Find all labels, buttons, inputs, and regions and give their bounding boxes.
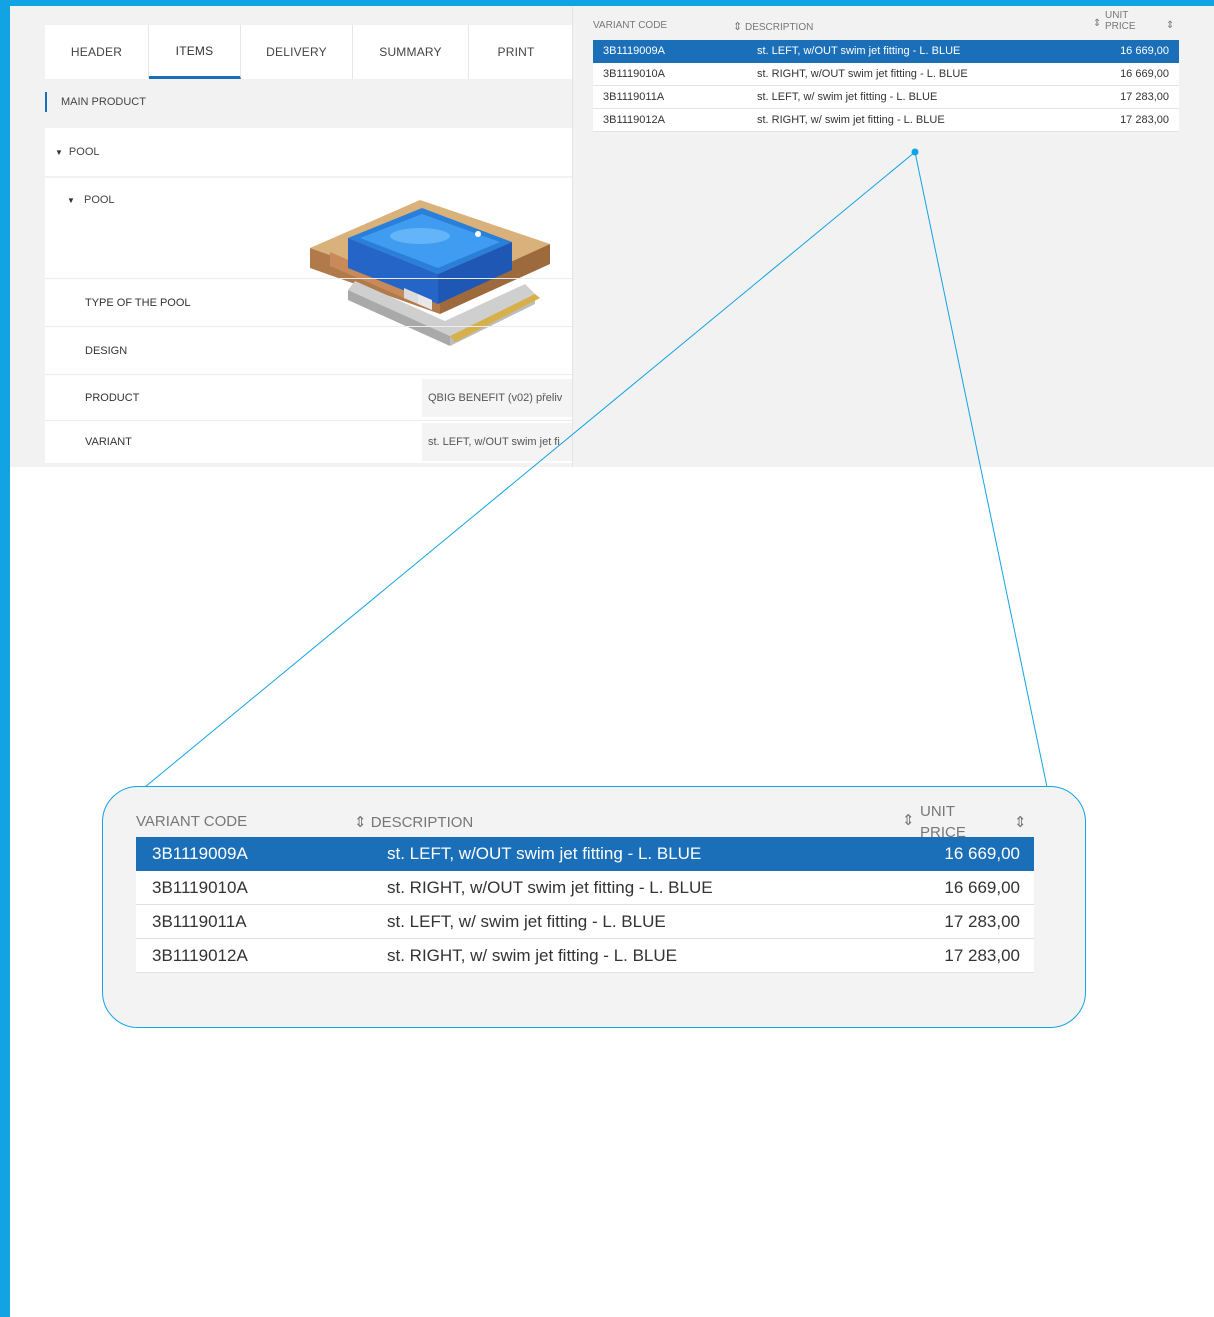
price-cell: 16 669,00 [1120, 45, 1169, 57]
table-row[interactable]: 3B1119010A st. RIGHT, w/OUT swim jet fit… [593, 63, 1179, 86]
section-accent-bar [45, 92, 47, 112]
variant-code-cell: 3B1119010A [603, 68, 665, 80]
zoom-table-header: VARIANT CODE ⇕ DESCRIPTION ⇕ UNIT PRICE ⇕ [136, 795, 1034, 841]
tab-summary[interactable]: SUMMARY [353, 25, 469, 79]
variant-picker-panel: VARIANT CODE ⇕ DESCRIPTION ⇕ UNIT PRICE ⇕… [572, 6, 1214, 467]
variant-table: 3B1119009A st. LEFT, w/OUT swim jet fitt… [593, 40, 1179, 132]
tab-print[interactable]: PRINT [469, 25, 563, 79]
variant-table-header: VARIANT CODE ⇕ DESCRIPTION ⇕ UNIT PRICE ⇕ [593, 10, 1179, 40]
description-cell: st. RIGHT, w/OUT swim jet fitting - L. B… [757, 68, 968, 80]
price-cell: 17 283,00 [944, 946, 1020, 965]
description-cell: st. RIGHT, w/ swim jet fitting - L. BLUE [757, 114, 945, 126]
price-cell: 17 283,00 [1120, 114, 1169, 126]
table-row[interactable]: 3B1119011A st. LEFT, w/ swim jet fitting… [593, 86, 1179, 109]
zoom-callout: VARIANT CODE ⇕ DESCRIPTION ⇕ UNIT PRICE ⇕… [102, 786, 1086, 1028]
design-label: DESIGN [85, 344, 128, 357]
zoom-column-description-label: DESCRIPTION [370, 814, 474, 831]
variant-label: VARIANT [85, 436, 132, 448]
table-row[interactable]: 3B1119012A st. RIGHT, w/ swim jet fittin… [136, 939, 1034, 973]
description-cell: st. LEFT, w/ swim jet fitting - L. BLUE [757, 91, 938, 103]
zoom-column-unit-price-line1: UNIT [920, 803, 955, 820]
sort-icon: ⇕ [354, 814, 367, 831]
column-unit-price[interactable]: UNIT PRICE [1105, 10, 1136, 32]
main-product-label: MAIN PRODUCT [61, 96, 146, 108]
column-description[interactable]: ⇕ DESCRIPTION [733, 20, 813, 33]
price-cell: 16 669,00 [1120, 68, 1169, 80]
column-description-label: DESCRIPTION [745, 22, 814, 33]
variant-code-cell: 3B1119012A [152, 946, 248, 965]
pool-item-label: POOL [83, 194, 115, 206]
description-cell: st. LEFT, w/ swim jet fitting - L. BLUE [387, 912, 666, 931]
column-unit-price-line1: UNIT [1105, 10, 1129, 21]
variant-code-cell: 3B1119011A [152, 912, 247, 931]
pool-group-label: POOL [68, 146, 100, 158]
table-row[interactable]: 3B1119010A st. RIGHT, w/OUT swim jet fit… [136, 871, 1034, 905]
table-row[interactable]: 3B1119009A st. LEFT, w/OUT swim jet fitt… [593, 40, 1179, 63]
sort-icon[interactable]: ⇕ [1166, 20, 1174, 31]
sort-icon[interactable]: ⇕ [1014, 813, 1027, 831]
column-variant-code[interactable]: VARIANT CODE [593, 20, 667, 31]
description-cell: st. LEFT, w/OUT swim jet fitting - L. BL… [757, 45, 961, 57]
tab-bar: HEADER ITEMS DELIVERY SUMMARY PRINT [45, 25, 572, 79]
zoom-column-variant-code[interactable]: VARIANT CODE [136, 813, 247, 830]
property-row-type: TYPE OF THE POOL [45, 278, 572, 326]
pool-group-toggle[interactable]: ▼ POOL [45, 128, 572, 176]
price-cell: 16 669,00 [944, 844, 1020, 863]
tab-header[interactable]: HEADER [45, 25, 149, 79]
pool-item-card: ▼ POOL TYPE OF THE POOL DESIGN PRODUCT Q… [45, 178, 572, 463]
product-field[interactable]: QBIG BENEFIT (v02) přeliv [422, 379, 572, 417]
pool-item-toggle[interactable]: ▼ POOL [67, 194, 115, 206]
sort-icon[interactable]: ⇕ [902, 811, 915, 829]
price-cell: 17 283,00 [944, 912, 1020, 931]
table-row[interactable]: 3B1119009A st. LEFT, w/OUT swim jet fitt… [136, 837, 1034, 871]
variant-code-cell: 3B1119012A [603, 114, 665, 126]
main-product-heading: MAIN PRODUCT [45, 92, 146, 112]
frame-left-border [0, 0, 10, 1317]
description-cell: st. RIGHT, w/ swim jet fitting - L. BLUE [387, 946, 678, 965]
variant-field[interactable]: st. LEFT, w/OUT swim jet fi [422, 423, 572, 461]
description-cell: st. LEFT, w/OUT swim jet fitting - L. BL… [387, 844, 702, 863]
property-row-product: PRODUCT QBIG BENEFIT (v02) přeliv [45, 374, 572, 420]
column-unit-price-line2: PRICE [1105, 21, 1136, 32]
order-items-panel: HEADER ITEMS DELIVERY SUMMARY PRINT MAIN… [10, 6, 572, 467]
table-row[interactable]: 3B1119011A st. LEFT, w/ swim jet fitting… [136, 905, 1034, 939]
sort-icon: ⇕ [733, 21, 743, 33]
property-row-design: DESIGN [45, 326, 572, 374]
type-of-pool-label: TYPE OF THE POOL [85, 296, 191, 309]
variant-code-cell: 3B1119009A [152, 844, 248, 863]
caret-down-icon: ▼ [67, 196, 75, 205]
price-cell: 17 283,00 [1120, 91, 1169, 103]
price-cell: 16 669,00 [944, 878, 1020, 897]
tab-items[interactable]: ITEMS [149, 25, 241, 79]
zoom-column-description[interactable]: ⇕ DESCRIPTION [354, 813, 473, 831]
property-row-variant: VARIANT st. LEFT, w/OUT swim jet fi [45, 420, 572, 463]
description-cell: st. RIGHT, w/OUT swim jet fitting - L. B… [387, 878, 713, 897]
app-screenshot: HEADER ITEMS DELIVERY SUMMARY PRINT MAIN… [10, 6, 1214, 467]
variant-code-cell: 3B1119011A [603, 91, 665, 103]
sort-icon[interactable]: ⇕ [1093, 18, 1101, 29]
product-label: PRODUCT [85, 391, 140, 404]
variant-code-cell: 3B1119009A [603, 45, 665, 57]
variant-code-cell: 3B1119010A [152, 878, 248, 897]
zoom-variant-table: 3B1119009A st. LEFT, w/OUT swim jet fitt… [136, 837, 1034, 973]
caret-down-icon: ▼ [55, 147, 63, 157]
tab-delivery[interactable]: DELIVERY [241, 25, 353, 79]
table-row[interactable]: 3B1119012A st. RIGHT, w/ swim jet fittin… [593, 109, 1179, 132]
